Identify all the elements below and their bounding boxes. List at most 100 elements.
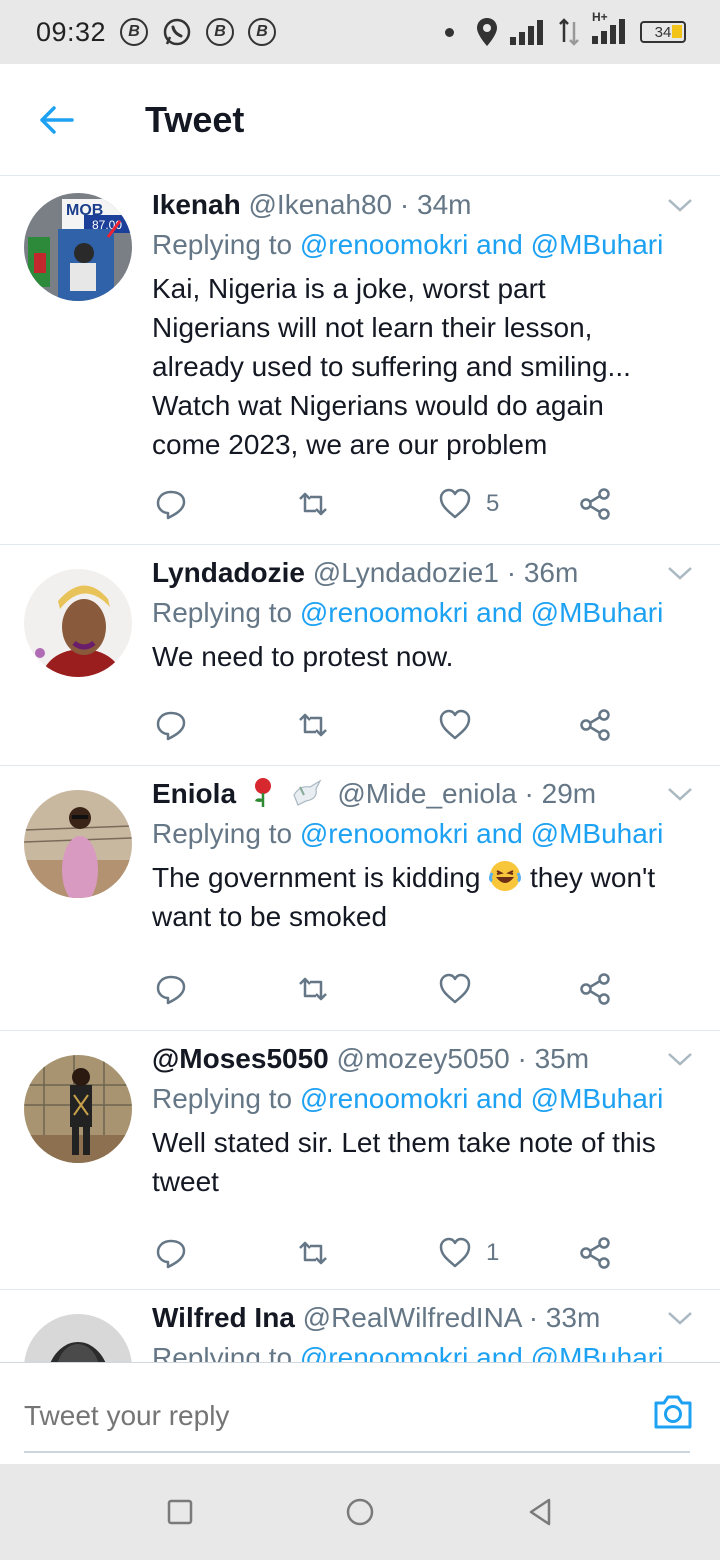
tweet-handle-time: @mozey5050 · 35m: [336, 1043, 590, 1074]
like-button[interactable]: 5: [438, 484, 499, 524]
network-type-label: H+: [592, 10, 608, 24]
replying-prefix: Replying to: [152, 229, 300, 260]
tweet-item[interactable]: Lyndadozie @Lyndadozie1 · 36m Replying t…: [0, 545, 720, 766]
mention-link[interactable]: @MBuhari: [531, 1342, 664, 1362]
heart-icon: [439, 973, 471, 1004]
tweet-author-name[interactable]: Wilfred Ina: [152, 1302, 295, 1333]
chevron-down-icon[interactable]: [666, 1308, 694, 1328]
tweet-actions: 5: [152, 484, 622, 524]
home-icon[interactable]: [342, 1494, 378, 1530]
tweet-author-name[interactable]: Eniola: [152, 778, 236, 809]
reply-input[interactable]: [24, 1381, 690, 1453]
tweet-header: Eniola @Mide_eniola · 29m: [152, 774, 692, 814]
whatsapp-icon: [162, 17, 192, 47]
and-text: and: [468, 1342, 531, 1362]
chevron-down-icon[interactable]: [666, 195, 694, 215]
share-button[interactable]: [578, 969, 612, 1009]
tweet-author-name[interactable]: Ikenah: [152, 189, 241, 220]
share-icon: [580, 488, 610, 520]
reply-button[interactable]: [154, 705, 188, 745]
tweet-author-name[interactable]: @Moses5050: [152, 1043, 329, 1074]
reply-bar: [0, 1362, 720, 1464]
tweet-text-line: Well stated sir. Let them take note of t…: [152, 1127, 656, 1158]
share-button[interactable]: [578, 484, 612, 524]
retweet-button[interactable]: [296, 1233, 330, 1273]
replying-prefix: Replying to: [152, 597, 300, 628]
mention-link[interactable]: @renoomokri: [300, 229, 468, 260]
replying-prefix: Replying to: [152, 1342, 300, 1362]
heart-icon: [439, 488, 471, 519]
share-button[interactable]: [578, 1233, 612, 1273]
laughing-emoji-icon: [489, 861, 522, 891]
retweet-button[interactable]: [296, 484, 330, 524]
tweet-text-line: Watch wat Nigerians would do again: [152, 390, 604, 421]
avatar[interactable]: [24, 1314, 132, 1362]
back-button[interactable]: [0, 64, 112, 176]
mention-link[interactable]: @MBuhari: [531, 229, 664, 260]
mention-link[interactable]: @renoomokri: [300, 818, 468, 849]
replying-prefix: Replying to: [152, 1083, 300, 1114]
header: Tweet: [0, 64, 720, 176]
reply-button[interactable]: [154, 484, 188, 524]
tweet-item[interactable]: Wilfred Ina @RealWilfredINA · 33m Replyi…: [0, 1290, 720, 1362]
avatar[interactable]: [24, 1055, 132, 1163]
tweet-list[interactable]: MOB 87.00 Ikenah @Ikenah80 · 34m Replyin…: [0, 177, 720, 1362]
replying-prefix: Replying to: [152, 818, 300, 849]
share-icon: [580, 709, 610, 741]
tweet-handle-time: @Ikenah80 · 34m: [248, 189, 472, 220]
avatar[interactable]: [24, 790, 132, 898]
like-button[interactable]: [438, 705, 472, 745]
chevron-down-icon[interactable]: [666, 784, 694, 804]
share-icon: [580, 1237, 610, 1269]
tweet-text: Well stated sir. Let them take note of t…: [152, 1123, 692, 1201]
camera-icon[interactable]: [652, 1391, 694, 1433]
retweet-button[interactable]: [296, 969, 330, 1009]
replying-to: Replying to @renoomokri and @MBuhari: [152, 1338, 692, 1362]
like-button[interactable]: [438, 969, 472, 1009]
mention-link[interactable]: @renoomokri: [300, 1083, 468, 1114]
tweet-text-segment: they won't: [522, 862, 656, 893]
heart-icon: [439, 709, 471, 740]
page-title: Tweet: [145, 98, 245, 140]
tweet-item[interactable]: MOB 87.00 Ikenah @Ikenah80 · 34m Replyin…: [0, 177, 720, 545]
reply-icon: [156, 711, 186, 741]
mention-link[interactable]: @MBuhari: [531, 1083, 664, 1114]
b-app-icon: B: [248, 18, 277, 46]
tweet-text: We need to protest now.: [152, 637, 692, 676]
chevron-down-icon[interactable]: [666, 563, 694, 583]
like-button[interactable]: 1: [438, 1233, 499, 1273]
recent-apps-icon[interactable]: [162, 1494, 198, 1530]
b-app-icon: B: [206, 18, 235, 46]
tweet-text-line: We need to protest now.: [152, 641, 454, 672]
tweet-text-line: Nigerians will not learn their lesson,: [152, 312, 593, 343]
mention-link[interactable]: @MBuhari: [531, 818, 664, 849]
tweet-actions: 1: [152, 1233, 622, 1273]
tweet-item[interactable]: Eniola @Mide_eniola · 29m Replying to @r…: [0, 766, 720, 1031]
back-nav-icon[interactable]: [522, 1494, 558, 1530]
chevron-down-icon[interactable]: [666, 1049, 694, 1069]
heart-icon: [439, 1237, 471, 1268]
reply-button[interactable]: [154, 969, 188, 1009]
tweet-handle-time: @Mide_eniola · 29m: [337, 778, 597, 809]
tweet-author-name[interactable]: Lyndadozie: [152, 557, 305, 588]
reply-icon: [156, 1239, 186, 1269]
mention-link[interactable]: @renoomokri: [300, 1342, 468, 1362]
retweet-button[interactable]: [296, 705, 330, 745]
reply-button[interactable]: [154, 1233, 188, 1273]
tweet-item[interactable]: @Moses5050 @mozey5050 · 35m Replying to …: [0, 1031, 720, 1290]
avatar[interactable]: [24, 569, 132, 677]
location-icon: [476, 17, 498, 47]
notification-dot: [445, 27, 454, 37]
tweet-text-line: come 2023, we are our problem: [152, 429, 548, 460]
battery-icon: 34: [640, 21, 686, 43]
mention-link[interactable]: @MBuhari: [531, 597, 664, 628]
back-arrow-icon: [40, 105, 74, 134]
tweet-text-line: tweet: [152, 1166, 219, 1197]
replying-to: Replying to @renoomokri and @MBuhari: [152, 593, 692, 633]
avatar[interactable]: MOB 87.00: [24, 193, 132, 301]
battery-level: 34: [654, 23, 672, 41]
share-button[interactable]: [578, 705, 612, 745]
mention-link[interactable]: @renoomokri: [300, 597, 468, 628]
tweet-handle-time: @Lyndadozie1 · 36m: [312, 557, 579, 588]
data-transfer-icon: [558, 18, 580, 46]
